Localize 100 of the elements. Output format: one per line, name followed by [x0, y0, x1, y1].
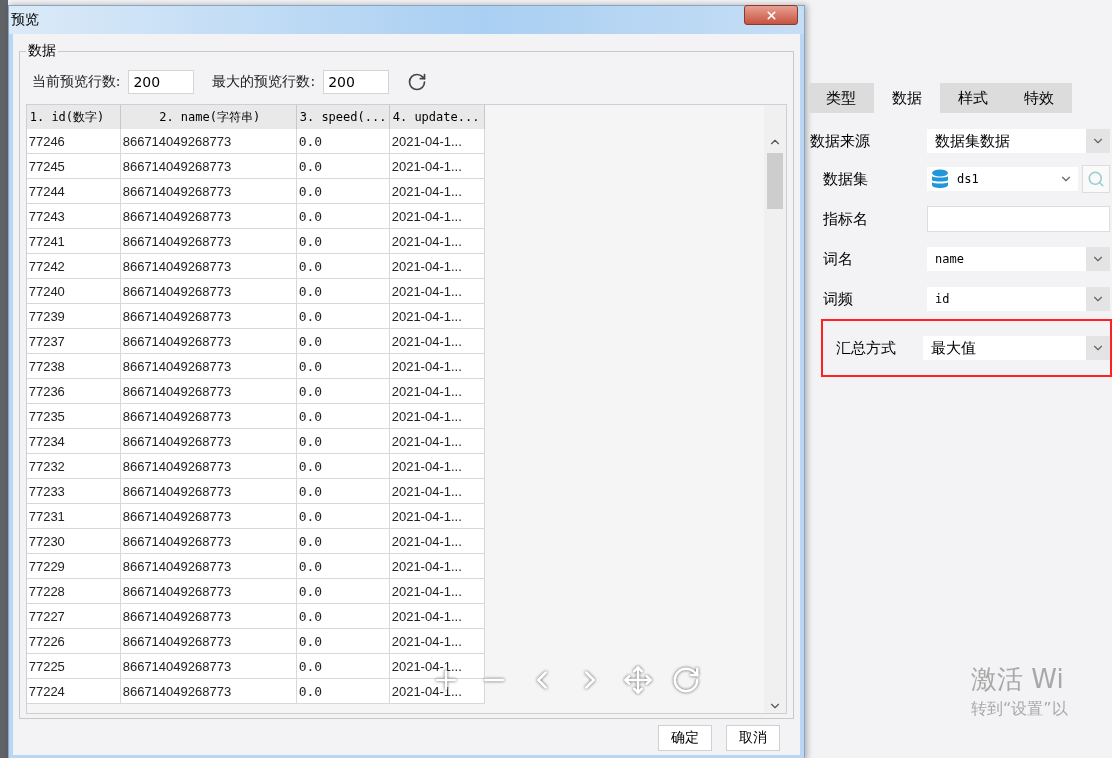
table-cell: 866714049268773 — [120, 454, 297, 479]
table-cell: 2021-04-1... — [389, 604, 485, 629]
table-cell: 77242 — [26, 254, 121, 279]
table-cell: 2021-04-1... — [389, 529, 485, 554]
input-field[interactable]: 200 — [128, 70, 195, 94]
table-cell: 2021-04-1... — [389, 429, 485, 454]
table-cell: 866714049268773 — [120, 679, 297, 704]
table-cell: 0.0 — [296, 129, 390, 154]
column-header[interactable]: 4. update... — [389, 105, 485, 129]
table-cell: 866714049268773 — [120, 154, 297, 179]
table-cell: 2021-04-1... — [389, 454, 485, 479]
refresh-button[interactable] — [407, 72, 428, 92]
table-cell: 0.0 — [296, 204, 390, 229]
tab[interactable]: 类型 — [808, 83, 874, 113]
table-cell: 866714049268773 — [120, 429, 297, 454]
table-cell: 0.0 — [296, 654, 390, 679]
table-cell: 77228 — [26, 579, 121, 604]
ok-button[interactable]: 确定 — [658, 725, 712, 751]
field-label: 汇总方式 — [836, 338, 897, 358]
scroll-thumb[interactable] — [767, 153, 783, 209]
dropdown[interactable]: name — [927, 247, 1110, 271]
table-cell: 2021-04-1... — [389, 129, 485, 154]
table-cell: 866714049268773 — [120, 654, 297, 679]
close-button[interactable] — [744, 5, 798, 25]
table-cell: 2021-04-1... — [389, 554, 485, 579]
table-cell: 0.0 — [296, 254, 390, 279]
table-cell: 2021-04-1... — [389, 154, 485, 179]
table-cell: 2021-04-1... — [389, 404, 485, 429]
refresh-icon — [407, 72, 428, 92]
dropdown[interactable]: id — [927, 287, 1110, 311]
table-cell: 866714049268773 — [120, 554, 297, 579]
table-cell: 0.0 — [296, 279, 390, 304]
field-label: 词频 — [823, 289, 854, 309]
table-cell: 866714049268773 — [120, 379, 297, 404]
table-cell: 866714049268773 — [120, 329, 297, 354]
field-label: 当前预览行数: — [31, 73, 121, 91]
table-cell: 0.0 — [296, 479, 390, 504]
input-field[interactable]: 200 — [323, 70, 390, 94]
table-cell: 0.0 — [296, 679, 390, 704]
table-cell: 0.0 — [296, 354, 390, 379]
table-cell: 2021-04-1... — [389, 379, 485, 404]
table-cell: 0.0 — [296, 629, 390, 654]
table-cell: 0.0 — [296, 329, 390, 354]
table-cell: 2021-04-1... — [389, 504, 485, 529]
table-cell: 77244 — [26, 179, 121, 204]
tab[interactable]: 样式 — [940, 83, 1006, 113]
table-cell: 77237 — [26, 329, 121, 354]
field-label: 数据集 — [823, 169, 869, 189]
field-label: 词名 — [823, 249, 854, 269]
database-icon — [931, 169, 949, 189]
table-cell: 77234 — [26, 429, 121, 454]
search-icon — [1087, 170, 1105, 188]
close-icon — [764, 8, 778, 22]
table-cell: 77227 — [26, 604, 121, 629]
column-header[interactable]: 1. id(数字) — [26, 105, 121, 129]
table-cell: 77240 — [26, 279, 121, 304]
activation-hint: 转到“设置”以 — [971, 699, 1068, 720]
table-cell: 2021-04-1... — [389, 354, 485, 379]
table-cell: 2021-04-1... — [389, 479, 485, 504]
table-cell: 0.0 — [296, 529, 390, 554]
table-cell: 0.0 — [296, 429, 390, 454]
cancel-button[interactable]: 取消 — [726, 725, 780, 751]
field-label: 最大的预览行数: — [212, 73, 316, 91]
search-button[interactable] — [1082, 165, 1110, 193]
table-cell: 866714049268773 — [120, 304, 297, 329]
table-cell: 866714049268773 — [120, 529, 297, 554]
scrollbar[interactable] — [764, 105, 786, 713]
table-cell: 0.0 — [296, 404, 390, 429]
table-cell: 0.0 — [296, 579, 390, 604]
table-cell: 77245 — [26, 154, 121, 179]
table-cell: 866714049268773 — [120, 354, 297, 379]
field-label: 数据来源 — [810, 131, 871, 151]
table-cell: 2021-04-1... — [389, 654, 485, 679]
table-cell: 866714049268773 — [120, 629, 297, 654]
dropdown[interactable]: 最大值 — [923, 336, 1110, 360]
tab[interactable]: 特效 — [1006, 83, 1072, 113]
table-cell: 0.0 — [296, 304, 390, 329]
table-cell: 2021-04-1... — [389, 679, 485, 704]
column-header[interactable]: 3. speed(... — [296, 105, 390, 129]
table-cell: 2021-04-1... — [389, 279, 485, 304]
table-cell: 77233 — [26, 479, 121, 504]
field-label: 指标名 — [823, 209, 869, 229]
table-cell: 866714049268773 — [120, 579, 297, 604]
fit-icon[interactable] — [622, 665, 653, 695]
table-cell: 77226 — [26, 629, 121, 654]
table-cell: 2021-04-1... — [389, 204, 485, 229]
table-cell: 0.0 — [296, 604, 390, 629]
table-cell: 77236 — [26, 379, 121, 404]
table-cell: 77238 — [26, 354, 121, 379]
dataset-dropdown[interactable]: ds1 — [927, 167, 1078, 191]
table-cell: 0.0 — [296, 554, 390, 579]
input-field[interactable] — [927, 206, 1110, 232]
table-cell: 77246 — [26, 129, 121, 154]
table-cell: 77229 — [26, 554, 121, 579]
table-cell: 2021-04-1... — [389, 579, 485, 604]
table-cell: 0.0 — [296, 154, 390, 179]
table-cell: 0.0 — [296, 454, 390, 479]
table-cell: 866714049268773 — [120, 279, 297, 304]
dropdown[interactable]: 数据集数据 — [927, 129, 1110, 153]
column-header[interactable]: 2. name(字符串) — [120, 105, 297, 129]
